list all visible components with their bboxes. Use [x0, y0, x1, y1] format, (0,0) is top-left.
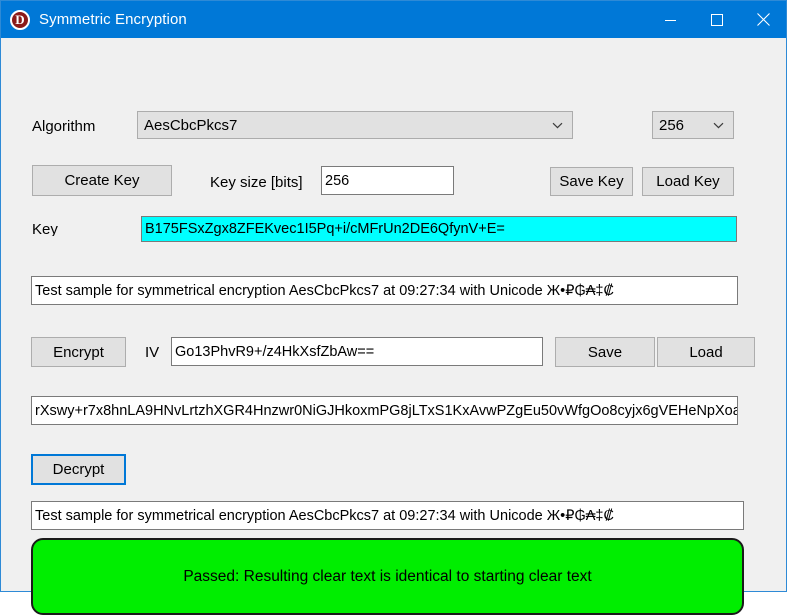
- load-button[interactable]: Load: [657, 337, 755, 367]
- minimize-button[interactable]: [648, 1, 694, 38]
- minimize-icon: [665, 19, 676, 21]
- close-icon: [756, 13, 770, 26]
- chevron-down-icon: [548, 122, 572, 129]
- window-title: Symmetric Encryption: [39, 11, 187, 28]
- status-panel: Passed: Resulting clear text is identica…: [31, 538, 744, 615]
- maximize-button[interactable]: [694, 1, 740, 38]
- keysize-combo[interactable]: 256: [652, 111, 734, 139]
- algorithm-combo[interactable]: AesCbcPkcs7: [137, 111, 573, 139]
- keysize-combo-value: 256: [659, 116, 685, 134]
- key-label: Key: [32, 222, 58, 236]
- chevron-down-icon: [709, 122, 733, 129]
- load-key-button[interactable]: Load Key: [642, 167, 734, 196]
- maximize-icon: [711, 13, 723, 26]
- key-size-label: Key size [bits]: [210, 174, 303, 191]
- cipher-text-input[interactable]: rXswy+r7x8hnLA9HNvLrtzhXGR4Hnzwr0NiGJHko…: [31, 396, 738, 425]
- form-client-area: Algorithm AesCbcPkcs7 256 Create Key Key…: [1, 38, 786, 615]
- iv-label: IV: [145, 344, 160, 361]
- iv-input[interactable]: Go13PhvR9+/z4HkXsfZbAw==: [171, 337, 543, 366]
- app-logo-d-icon: D: [10, 9, 30, 30]
- encrypt-button[interactable]: Encrypt: [31, 337, 126, 367]
- save-button[interactable]: Save: [555, 337, 655, 367]
- decrypt-button[interactable]: Decrypt: [31, 454, 126, 485]
- clear-text-input[interactable]: Test sample for symmetrical encryption A…: [31, 276, 738, 305]
- close-button[interactable]: [740, 1, 786, 38]
- status-message: Passed: Resulting clear text is identica…: [183, 567, 592, 585]
- key-input[interactable]: B175FSxZgx8ZFEKvec1I5Pq+i/cMFrUn2DE6Qfyn…: [141, 216, 737, 242]
- create-key-button[interactable]: Create Key: [32, 165, 172, 196]
- algorithm-combo-value: AesCbcPkcs7: [144, 116, 238, 134]
- title-bar: D Symmetric Encryption: [1, 1, 786, 38]
- key-size-input[interactable]: 256: [321, 166, 454, 195]
- window-controls: [648, 1, 786, 38]
- algorithm-label: Algorithm: [32, 118, 96, 135]
- app-window: D Symmetric Encryption Algorithm AesCbcP…: [0, 0, 787, 615]
- decrypted-text-input[interactable]: Test sample for symmetrical encryption A…: [31, 501, 744, 530]
- save-key-button[interactable]: Save Key: [550, 167, 633, 196]
